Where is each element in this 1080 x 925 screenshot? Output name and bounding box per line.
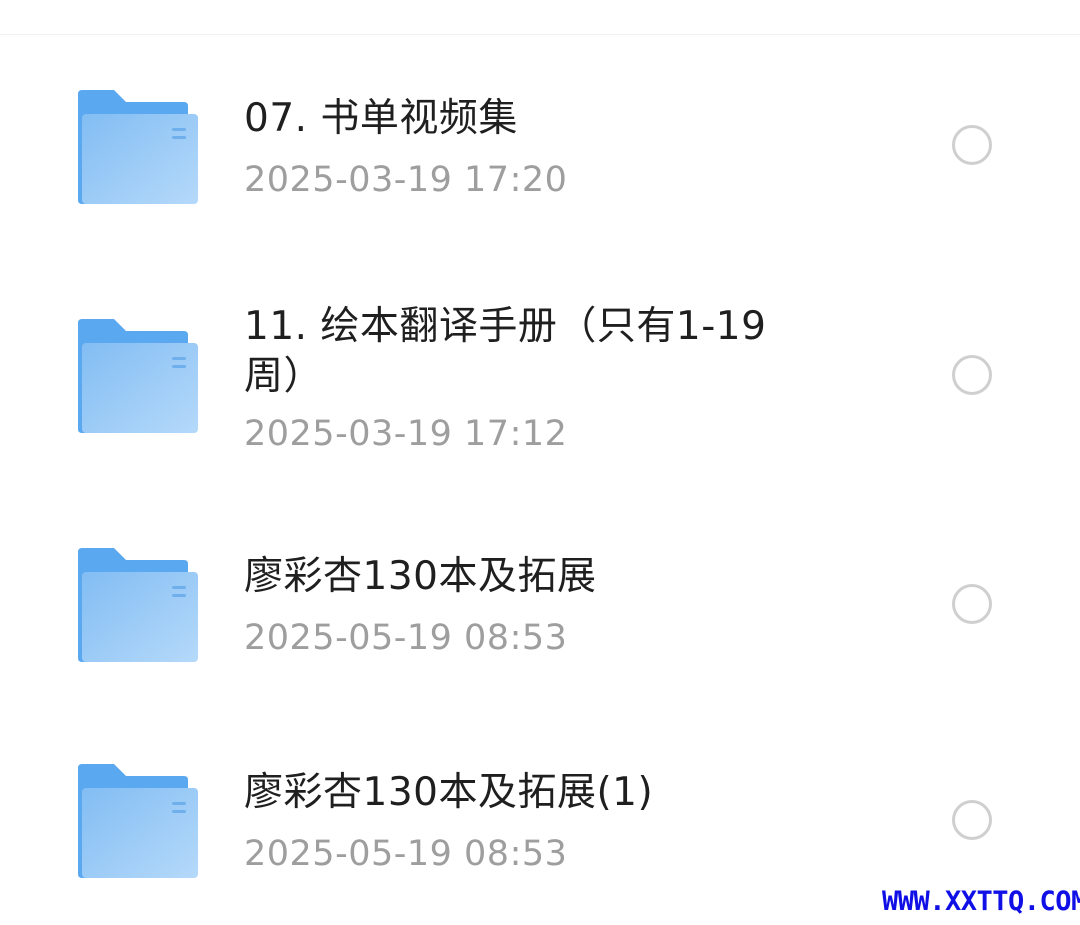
select-checkbox[interactable] <box>952 800 992 840</box>
file-name: 11. 绘本翻译手册（只有1-19 周） <box>244 304 767 399</box>
file-info: 廖彩杏130本及拓展 2025-05-19 08:53 <box>244 552 844 662</box>
file-name: 07. 书单视频集 <box>244 96 518 141</box>
folder-icon <box>74 764 198 878</box>
file-date: 2025-03-19 17:12 <box>244 414 568 454</box>
file-date: 2025-05-19 08:53 <box>244 834 568 874</box>
file-info: 07. 书单视频集 2025-03-19 17:20 <box>244 94 844 204</box>
folder-icon <box>74 319 198 433</box>
watermark: WWW.XXTTQ.COM <box>882 886 1080 917</box>
file-info: 廖彩杏130本及拓展(1) 2025-05-19 08:53 <box>244 768 844 878</box>
select-checkbox[interactable] <box>952 584 992 624</box>
file-name: 廖彩杏130本及拓展(1) <box>244 770 654 815</box>
select-checkbox[interactable] <box>952 355 992 395</box>
file-date: 2025-03-19 17:20 <box>244 160 568 200</box>
file-list: 07. 书单视频集 2025-03-19 17:20 11. 绘本翻译手册（只有… <box>0 0 1080 925</box>
file-name: 廖彩杏130本及拓展 <box>244 554 597 599</box>
file-date: 2025-05-19 08:53 <box>244 618 568 658</box>
folder-icon <box>74 548 198 662</box>
folder-icon <box>74 90 198 204</box>
file-info: 11. 绘本翻译手册（只有1-19 周） 2025-03-19 17:12 <box>244 302 844 458</box>
select-checkbox[interactable] <box>952 125 992 165</box>
